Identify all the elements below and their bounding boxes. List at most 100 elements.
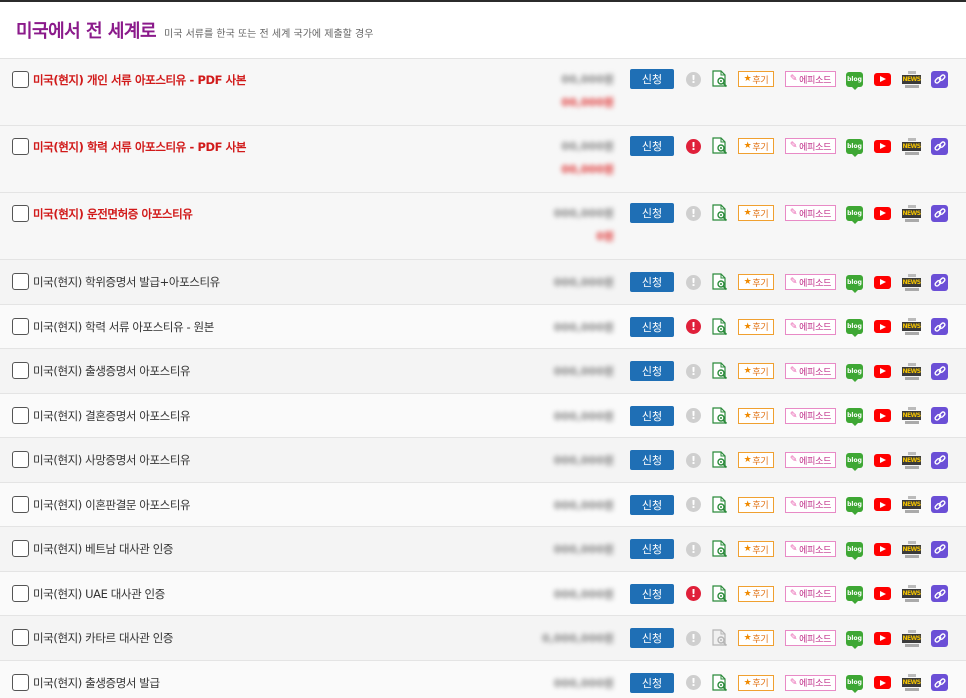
review-button[interactable]: ★ 후기 (738, 205, 774, 221)
product-name[interactable]: 미국(현지) 출생증명서 아포스티유 (33, 363, 191, 379)
youtube-icon[interactable] (874, 587, 891, 600)
news-icon[interactable]: NEWS (902, 540, 921, 558)
product-name[interactable]: 미국(현지) 학력 서류 아포스티유 - 원본 (33, 319, 214, 335)
news-icon[interactable]: NEWS (902, 273, 921, 291)
document-search-icon[interactable] (711, 495, 728, 514)
product-name[interactable]: 미국(현지) 베트남 대사관 인증 (33, 541, 174, 557)
alert-icon[interactable]: ! (686, 408, 701, 423)
document-search-icon[interactable] (711, 317, 728, 336)
apply-button[interactable]: 신청 (630, 672, 674, 693)
document-search-icon[interactable] (711, 70, 728, 88)
youtube-icon[interactable] (874, 320, 891, 333)
select-checkbox[interactable] (12, 71, 29, 88)
apply-button[interactable]: 신청 (630, 583, 674, 604)
blog-icon[interactable]: blog (846, 452, 863, 471)
apply-button[interactable]: 신청 (630, 405, 674, 426)
link-icon[interactable] (931, 540, 948, 558)
youtube-icon[interactable] (874, 631, 891, 645)
youtube-icon[interactable] (874, 275, 891, 289)
news-icon[interactable]: NEWS (902, 674, 921, 691)
select-checkbox[interactable] (12, 495, 29, 513)
apply-button[interactable]: 신청 (630, 203, 674, 223)
news-icon[interactable]: NEWS (902, 137, 921, 155)
document-search-icon[interactable] (711, 406, 728, 425)
news-icon[interactable]: NEWS (902, 318, 921, 335)
youtube-icon[interactable] (874, 206, 891, 220)
youtube-icon[interactable] (874, 453, 891, 467)
news-icon[interactable]: NEWS (902, 451, 921, 469)
review-button[interactable]: ★ 후기 (738, 630, 774, 646)
news-icon[interactable]: NEWS (902, 407, 921, 424)
select-checkbox[interactable] (12, 540, 29, 557)
episode-button[interactable]: ✎ 에피소드 (785, 496, 836, 513)
product-name[interactable]: 미국(현지) 결혼증명서 아포스티유 (33, 408, 191, 424)
product-name[interactable]: 미국(현지) 카타르 대사관 인증 (33, 630, 174, 646)
product-name[interactable]: 미국(현지) 학위증명서 발급+아포스티유 (33, 274, 220, 290)
document-search-icon[interactable] (711, 540, 728, 558)
review-button[interactable]: ★ 후기 (738, 318, 774, 335)
document-search-icon[interactable] (711, 584, 728, 603)
review-button[interactable]: ★ 후기 (738, 585, 774, 602)
news-icon[interactable]: NEWS (902, 629, 921, 647)
blog-icon[interactable]: blog (846, 586, 863, 604)
review-button[interactable]: ★ 후기 (738, 138, 774, 154)
alert-icon[interactable]: ! (686, 452, 701, 468)
apply-button[interactable]: 신청 (630, 136, 674, 156)
blog-icon[interactable]: blog (846, 205, 863, 224)
link-icon[interactable] (931, 585, 948, 602)
link-icon[interactable] (931, 273, 948, 291)
episode-button[interactable]: ✎ 에피소드 (785, 205, 836, 221)
link-icon[interactable] (931, 204, 948, 222)
alert-icon[interactable]: ! (686, 319, 701, 334)
episode-button[interactable]: ✎ 에피소드 (785, 274, 836, 290)
alert-icon[interactable]: ! (686, 630, 701, 646)
select-checkbox[interactable] (12, 317, 29, 335)
alert-icon[interactable]: ! (686, 497, 701, 512)
youtube-icon[interactable] (874, 364, 891, 378)
document-search-icon[interactable] (711, 362, 728, 380)
youtube-icon[interactable] (874, 498, 891, 511)
episode-button[interactable]: ✎ 에피소드 (785, 585, 836, 602)
select-checkbox[interactable] (12, 273, 29, 290)
select-checkbox[interactable] (12, 451, 29, 468)
episode-button[interactable]: ✎ 에피소드 (785, 452, 836, 468)
review-button[interactable]: ★ 후기 (738, 274, 774, 290)
document-search-icon[interactable] (711, 204, 728, 222)
link-icon[interactable] (931, 362, 948, 380)
product-name[interactable]: 미국(현지) UAE 대사관 인증 (33, 586, 165, 602)
apply-button[interactable]: 신청 (630, 316, 674, 337)
apply-button[interactable]: 신청 (630, 494, 674, 515)
blog-icon[interactable]: blog (846, 274, 863, 293)
episode-button[interactable]: ✎ 에피소드 (785, 674, 836, 691)
alert-icon[interactable]: ! (686, 675, 701, 690)
link-icon[interactable] (931, 137, 948, 155)
review-button[interactable]: ★ 후기 (738, 363, 774, 379)
select-checkbox[interactable] (12, 673, 29, 691)
document-search-icon[interactable] (711, 673, 728, 692)
news-icon[interactable]: NEWS (902, 585, 921, 602)
review-button[interactable]: ★ 후기 (738, 71, 774, 87)
alert-icon[interactable]: ! (686, 274, 701, 290)
apply-button[interactable]: 신청 (630, 272, 674, 292)
episode-button[interactable]: ✎ 에피소드 (785, 541, 836, 557)
alert-icon[interactable]: ! (686, 138, 701, 154)
document-search-icon[interactable] (711, 273, 728, 291)
link-icon[interactable] (931, 451, 948, 469)
episode-button[interactable]: ✎ 에피소드 (785, 630, 836, 646)
blog-icon[interactable]: blog (846, 630, 863, 649)
alert-icon[interactable]: ! (686, 541, 701, 557)
link-icon[interactable] (931, 318, 948, 335)
news-icon[interactable]: NEWS (902, 204, 921, 222)
document-search-icon[interactable] (711, 451, 728, 469)
review-button[interactable]: ★ 후기 (738, 496, 774, 513)
episode-button[interactable]: ✎ 에피소드 (785, 138, 836, 154)
review-button[interactable]: ★ 후기 (738, 407, 774, 424)
youtube-icon[interactable] (874, 409, 891, 422)
episode-button[interactable]: ✎ 에피소드 (785, 407, 836, 424)
blog-icon[interactable]: blog (846, 541, 863, 560)
blog-icon[interactable]: blog (846, 319, 863, 337)
product-name[interactable]: 미국(현지) 출생증명서 발급 (33, 675, 160, 691)
apply-button[interactable]: 신청 (630, 628, 674, 648)
select-checkbox[interactable] (12, 406, 29, 424)
news-icon[interactable]: NEWS (902, 496, 921, 513)
